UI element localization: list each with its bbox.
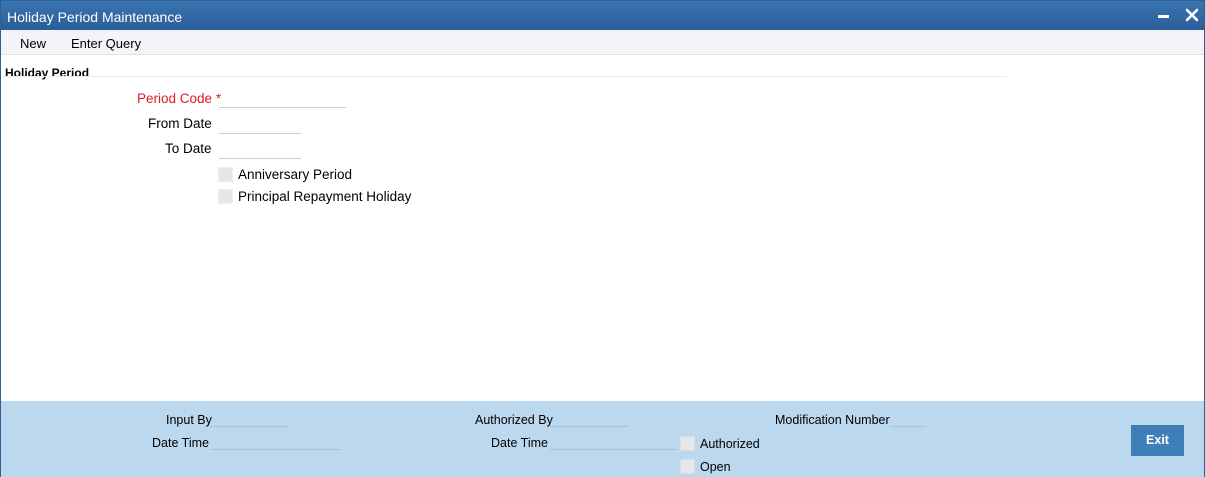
window-title: Holiday Period Maintenance: [7, 9, 183, 25]
from-date-label: From Date: [148, 116, 212, 131]
exit-button[interactable]: Exit: [1131, 425, 1184, 456]
authorized-by-field: [550, 413, 628, 427]
auth-date-time-field: [550, 436, 678, 450]
input-by-field: [210, 413, 288, 427]
title-bar: Holiday Period Maintenance: [1, 1, 1204, 30]
enter-query-button[interactable]: Enter Query: [71, 36, 141, 51]
anniversary-period-label: Anniversary Period: [238, 167, 353, 182]
maintenance-window: Holiday Period Maintenance New Enter Que…: [0, 0, 1205, 477]
auth-date-time-label: Date Time: [491, 436, 548, 450]
section-divider: [3, 76, 1007, 77]
period-code-input[interactable]: [219, 92, 346, 108]
input-by-label: Input By: [166, 413, 212, 427]
minimize-icon[interactable]: [1154, 5, 1174, 25]
toolbar: New Enter Query: [1, 30, 1204, 55]
authorized-by-label: Authorized By: [475, 413, 553, 427]
audit-footer: Input By Date Time Authorized By Date Ti…: [1, 401, 1204, 477]
principal-repayment-holiday-label: Principal Repayment Holiday: [238, 189, 412, 204]
new-button[interactable]: New: [20, 36, 46, 51]
principal-repayment-holiday-checkbox[interactable]: [218, 189, 233, 204]
close-icon[interactable]: [1182, 5, 1202, 25]
to-date-input[interactable]: [219, 143, 301, 159]
period-code-label: Period Code *: [137, 91, 222, 106]
authorized-label: Authorized: [700, 437, 760, 451]
modification-number-label: Modification Number: [775, 413, 890, 427]
open-checkbox[interactable]: [680, 459, 695, 474]
section-title: Holiday Period: [5, 66, 90, 80]
modification-number-field: [890, 413, 926, 427]
authorized-checkbox[interactable]: [680, 436, 695, 451]
from-date-input[interactable]: [219, 118, 301, 134]
input-date-time-label: Date Time: [152, 436, 209, 450]
open-label: Open: [700, 460, 731, 474]
anniversary-period-checkbox[interactable]: [218, 167, 233, 182]
to-date-label: To Date: [165, 141, 212, 156]
input-date-time-field: [210, 436, 340, 450]
